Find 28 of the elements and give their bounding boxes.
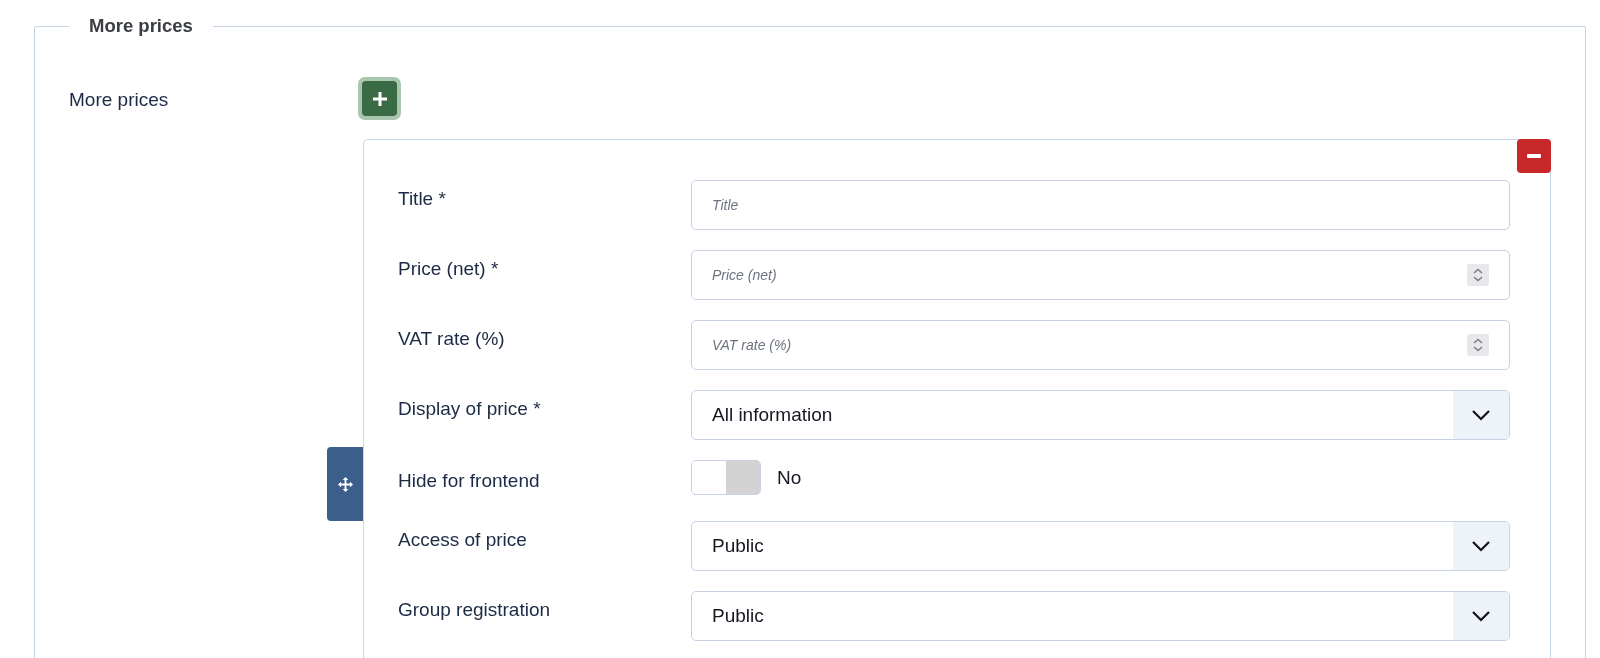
plus-icon	[372, 91, 387, 106]
spinner-icon[interactable]	[1467, 264, 1489, 286]
chevron-down-icon	[1453, 522, 1509, 570]
field-label: Access of price	[398, 528, 527, 552]
field-label: VAT rate (%)	[398, 327, 505, 351]
number-input[interactable]: VAT rate (%)	[691, 320, 1510, 370]
field-label: Display of price *	[398, 397, 541, 421]
field-label: Title *	[398, 187, 446, 211]
field-label: Price (net) *	[398, 257, 499, 281]
select-dropdown[interactable]: Public	[691, 591, 1510, 641]
minus-icon	[1527, 154, 1541, 158]
field-label: Hide for frontend	[398, 469, 540, 493]
select-dropdown[interactable]: Public	[691, 521, 1510, 571]
chevron-down-icon	[1453, 391, 1509, 439]
field-label: Group registration	[398, 598, 551, 622]
section-title: More prices	[88, 14, 194, 38]
select-dropdown[interactable]: All information	[691, 390, 1510, 440]
move-icon	[337, 476, 353, 492]
chevron-down-icon	[1453, 592, 1509, 640]
toggle-switch[interactable]	[691, 460, 761, 495]
spinner-icon[interactable]	[1467, 334, 1489, 356]
toggle-state-label: No	[777, 465, 802, 490]
drag-handle[interactable]	[327, 447, 363, 521]
field-label: More prices	[69, 89, 169, 110]
remove-button[interactable]	[1517, 139, 1551, 173]
add-button[interactable]	[358, 77, 401, 120]
number-input[interactable]: Price (net)	[691, 250, 1510, 300]
text-input[interactable]: Title	[691, 180, 1510, 230]
